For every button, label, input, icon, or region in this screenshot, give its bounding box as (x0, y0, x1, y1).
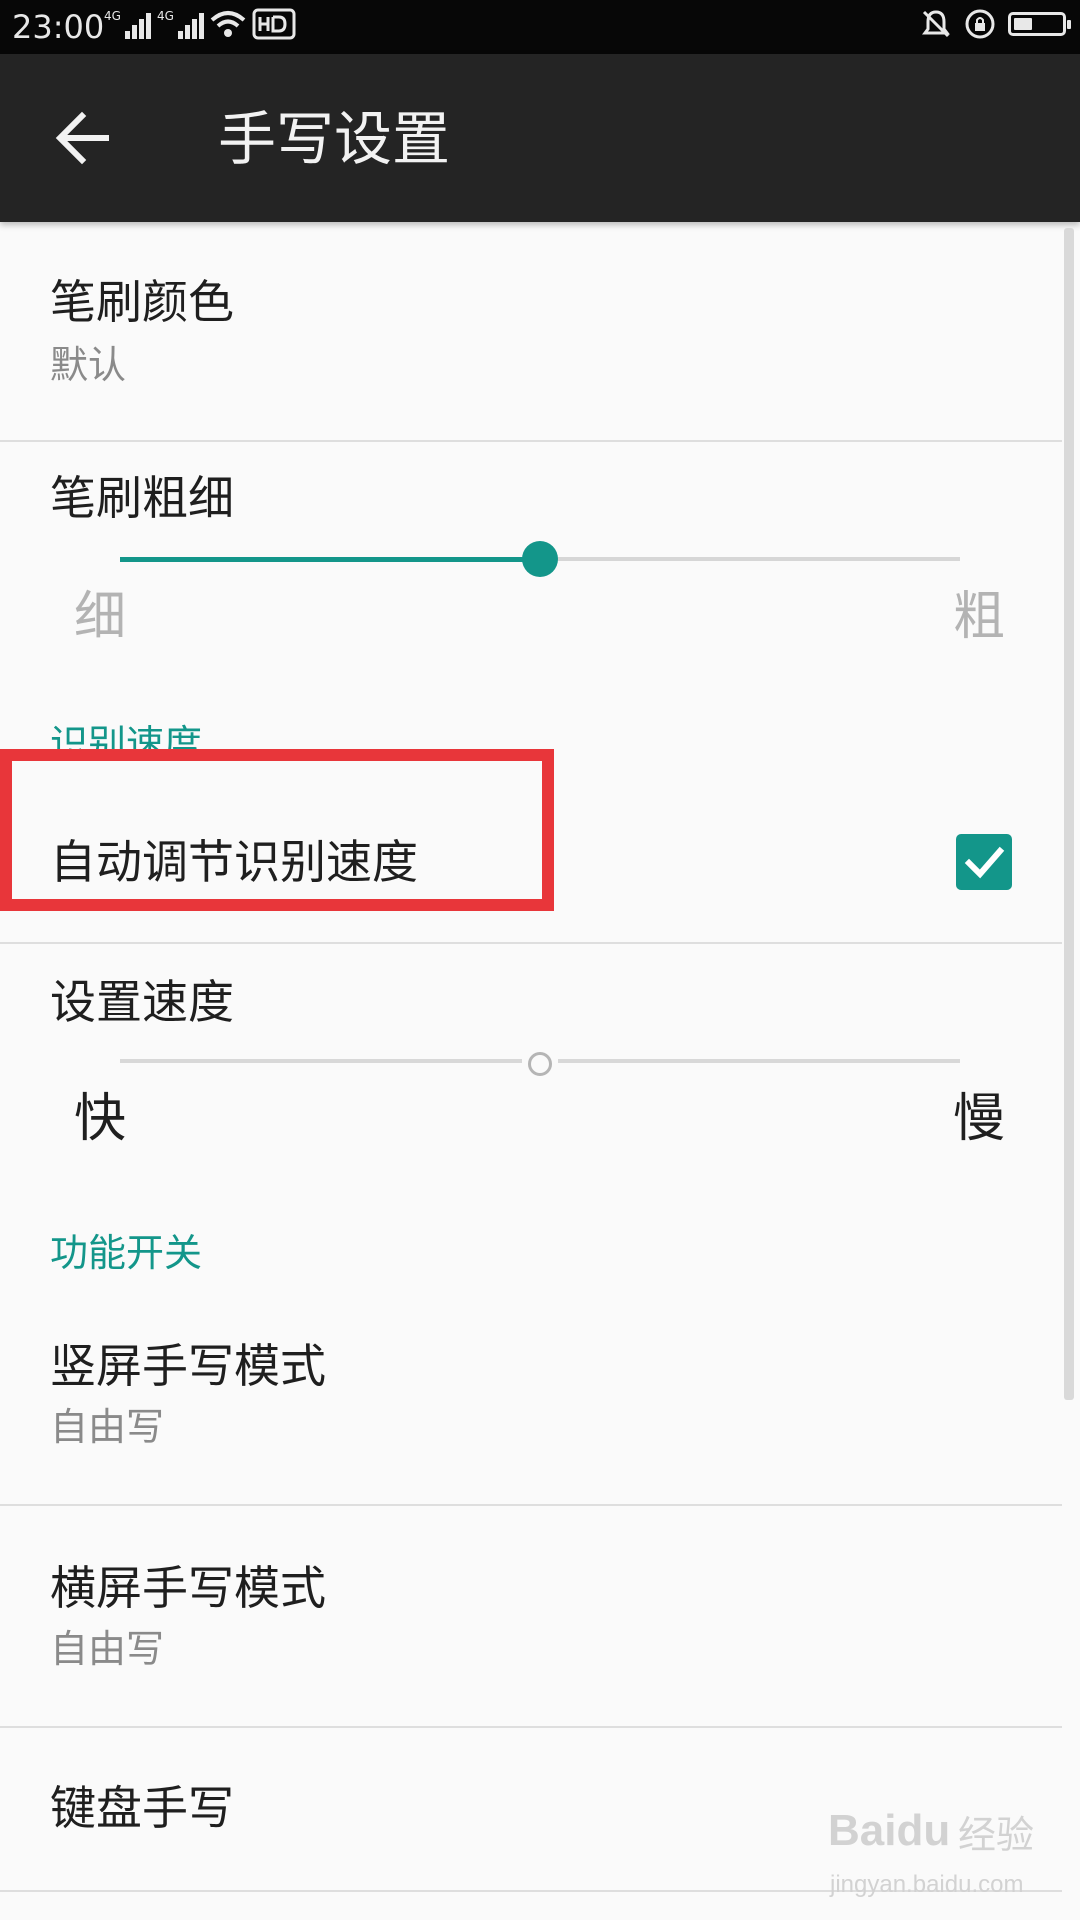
slider-track-fill (120, 557, 540, 562)
divider (0, 942, 1062, 944)
signal-icon: 4G (104, 9, 151, 39)
status-bar: 23:00 4G 4G (0, 0, 1080, 54)
app-bar: 手写设置 (0, 54, 1080, 222)
keyboard-handwriting-title: 键盘手写 (50, 1781, 234, 1835)
check-icon (964, 846, 1005, 879)
brush-size-title: 笔刷粗细 (50, 471, 234, 525)
battery-level (1014, 18, 1033, 30)
status-right-icons (920, 8, 1071, 40)
slider-thumb[interactable] (528, 1052, 552, 1076)
speed-max-label: 慢 (953, 1089, 1006, 1149)
baidu-watermark: Baidu 经验 jingyan.baidu.com (828, 1804, 1068, 1914)
wifi-icon (210, 11, 246, 37)
brush-color-title: 笔刷颜色 (50, 275, 234, 329)
status-time: 23:00 (12, 8, 105, 46)
battery-icon (1008, 12, 1071, 36)
hd-icon (252, 8, 296, 40)
arrow-left-icon (55, 111, 109, 165)
features-section-header: 功能开关 (50, 1231, 203, 1275)
auto-adjust-checkbox[interactable] (956, 834, 1012, 890)
slider-thumb[interactable] (522, 541, 558, 577)
brush-color-summary: 默认 (50, 343, 127, 387)
bell-mute-icon (922, 10, 950, 38)
status-left-icons: 4G 4G (104, 8, 296, 40)
highlight-box (0, 749, 554, 911)
signal-icon: 4G (157, 9, 204, 39)
speed-slider[interactable] (120, 1041, 960, 1081)
back-button[interactable] (50, 102, 120, 174)
scrollbar[interactable] (1064, 228, 1074, 1400)
landscape-mode-summary: 自由写 (50, 1627, 165, 1671)
speed-min-label: 快 (74, 1089, 127, 1149)
network-type-2: 4G (156, 9, 174, 23)
divider (0, 1726, 1062, 1728)
portrait-mode-summary: 自由写 (50, 1405, 165, 1449)
brush-size-max-label: 粗 (953, 587, 1006, 647)
network-type-1: 4G (104, 9, 121, 23)
rotation-lock-icon (965, 9, 995, 39)
portrait-mode-title: 竖屏手写模式 (50, 1339, 326, 1393)
divider (0, 1504, 1062, 1506)
landscape-mode-title: 横屏手写模式 (50, 1561, 326, 1615)
page-title: 手写设置 (218, 105, 451, 173)
brush-size-slider[interactable] (120, 539, 960, 579)
settings-list[interactable]: 笔刷颜色 默认 笔刷粗细 细 粗 识别速度 自动调节识别速度 设置速度 快 慢 … (0, 222, 1080, 1920)
watermark-url: jingyan.baidu.com (830, 1871, 1024, 1898)
divider (0, 440, 1062, 442)
brush-size-min-label: 细 (74, 587, 127, 647)
speed-title: 设置速度 (50, 975, 234, 1029)
watermark-logo: Baidu (828, 1806, 951, 1855)
watermark-text: 经验 (958, 1813, 1035, 1857)
